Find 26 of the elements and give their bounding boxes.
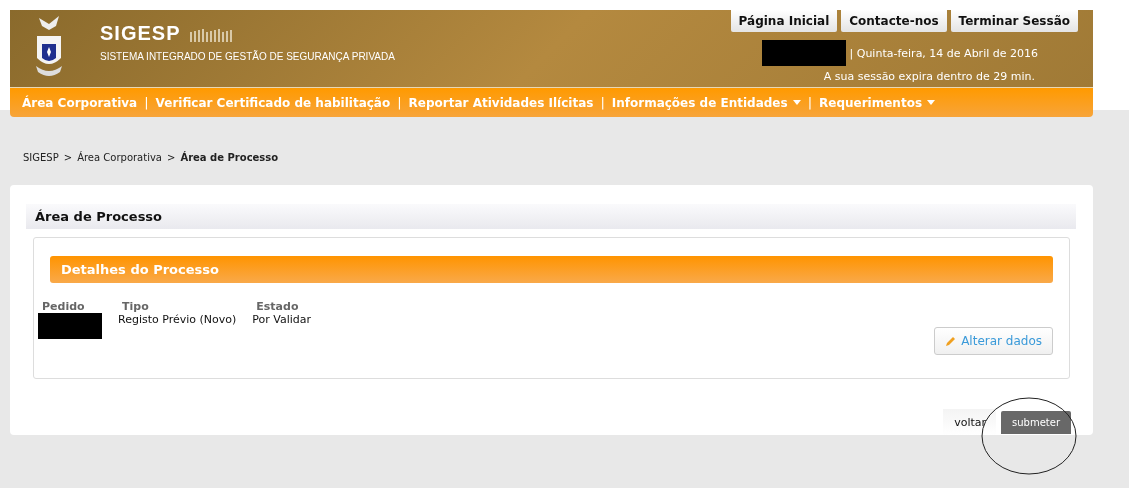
field-value: Por Validar (252, 313, 312, 326)
breadcrumb-item[interactable]: Área Corporativa (77, 152, 162, 163)
site-subtitle: SISTEMA INTEGRADO DE GESTÃO DE SEGURANÇA PRIVADA (100, 51, 395, 62)
edit-button[interactable]: Alterar dados (934, 327, 1053, 355)
breadcrumb-item: Área de Processo (180, 152, 279, 163)
field-label: Estado (255, 300, 300, 313)
section-title: Detalhes do Processo (50, 256, 1053, 283)
date-text: | Quinta-feira, 14 de Abril de 2016 (849, 46, 1038, 60)
breadcrumb-item[interactable]: SIGESP (23, 152, 59, 163)
submit-button[interactable]: submeter (1001, 411, 1071, 434)
card-title: Área de Processo (26, 204, 1076, 229)
field-label: Tipo (121, 300, 150, 313)
field-value: Registo Prévio (Novo) (118, 313, 237, 326)
breadcrumb-separator: > (167, 152, 176, 163)
top-link[interactable]: Página Inicial (730, 10, 838, 32)
session-text: A sua sessão expira dentro de 29 min. (823, 70, 1035, 83)
nav-separator: | (600, 95, 605, 110)
nav-separator: | (807, 95, 813, 110)
nav-separator: | (144, 95, 149, 110)
field-label: Pedido (41, 300, 86, 313)
site-title: SIGESP (100, 22, 181, 45)
nav-separator: | (397, 95, 402, 110)
top-link[interactable]: Terminar Sessão (950, 10, 1078, 32)
top-link[interactable]: Contacte-nos (841, 10, 947, 32)
breadcrumb-separator: > (63, 152, 73, 163)
pencil-icon (945, 335, 957, 347)
